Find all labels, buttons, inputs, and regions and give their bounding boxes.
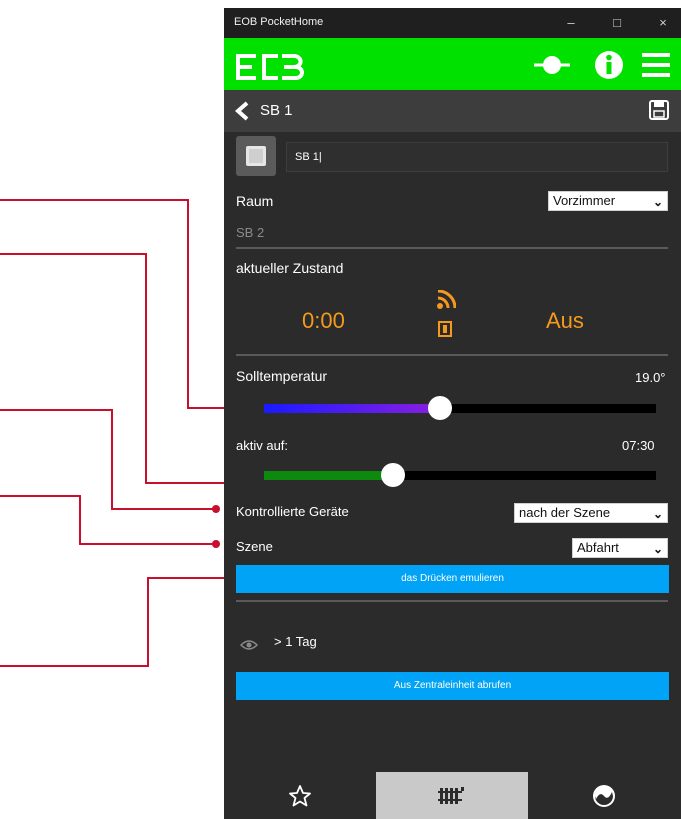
- tab-radiators[interactable]: [376, 772, 528, 819]
- device-name-value: SB 1|: [295, 151, 322, 163]
- tab-weather[interactable]: [528, 772, 680, 819]
- callout-dot-4: [212, 540, 220, 548]
- active-on-value: 07:30: [622, 438, 655, 453]
- minimize-button[interactable]: –: [556, 12, 586, 34]
- hamburger-menu-icon[interactable]: [640, 49, 672, 81]
- slider-fill: [264, 404, 440, 413]
- eob-logo: [236, 54, 304, 80]
- state-time: 0:00: [302, 308, 345, 333]
- visibility-text: > 1 Tag: [274, 634, 317, 649]
- current-state-label: aktueller Zustand: [236, 260, 344, 276]
- controlled-devices-label: Kontrollierte Geräte: [236, 504, 349, 519]
- device-icon-button[interactable]: [236, 136, 276, 176]
- chevron-down-icon: ⌄: [652, 507, 663, 521]
- device-name-field[interactable]: SB 1|: [286, 142, 668, 172]
- room-label: Raum: [236, 193, 274, 209]
- scene-select-value: Abfahrt: [577, 540, 619, 555]
- room-subtitle: SB 2: [236, 225, 265, 240]
- app-window: EOB PocketHome – □ × SB 1 SB 1| Raum Vor…: [224, 8, 681, 819]
- tab-favorites[interactable]: [224, 772, 376, 819]
- slider-thumb[interactable]: [428, 396, 452, 420]
- room-select[interactable]: Vorzimmer ⌄: [548, 191, 668, 211]
- target-temp-value: 19.0°: [635, 370, 666, 385]
- chevron-left-icon[interactable]: [234, 101, 250, 121]
- chevron-down-icon: ⌄: [652, 195, 663, 209]
- fetch-from-central-unit-button[interactable]: Aus Zentraleinheit abrufen: [236, 672, 669, 700]
- globe-icon: [593, 785, 615, 807]
- signal-icon: [437, 290, 456, 309]
- connector-icon[interactable]: [532, 49, 572, 81]
- info-icon[interactable]: [594, 49, 624, 81]
- star-icon: [289, 785, 311, 807]
- controlled-devices-select[interactable]: nach der Szene ⌄: [514, 503, 668, 523]
- scene-select[interactable]: Abfahrt ⌄: [572, 538, 668, 558]
- slider-thumb[interactable]: [381, 463, 405, 487]
- controlled-devices-value: nach der Szene: [519, 505, 611, 520]
- divider: [236, 247, 668, 249]
- room-select-value: Vorzimmer: [553, 193, 616, 208]
- device-status-icon: [438, 321, 452, 337]
- window-title: EOB PocketHome: [234, 16, 324, 28]
- wall-switch-icon: [246, 146, 266, 166]
- callout-line-5: [0, 577, 254, 667]
- divider: [236, 600, 668, 602]
- maximize-button[interactable]: □: [602, 12, 632, 34]
- close-button[interactable]: ×: [648, 12, 678, 34]
- nav-bar: [224, 90, 681, 132]
- active-time-slider[interactable]: [264, 463, 656, 487]
- callout-dot-3: [212, 505, 220, 513]
- state-status: Aus: [546, 308, 584, 333]
- chevron-down-icon: ⌄: [652, 542, 663, 556]
- simulate-press-button[interactable]: das Drücken emulieren: [236, 565, 669, 593]
- target-temp-label: Solltemperatur: [236, 368, 328, 384]
- eye-icon: [240, 640, 258, 650]
- divider: [236, 354, 668, 356]
- slider-fill: [264, 471, 393, 480]
- active-on-label: aktiv auf:: [236, 438, 289, 453]
- target-temp-slider[interactable]: [264, 396, 656, 420]
- radiator-icon: [438, 787, 464, 804]
- callout-line-3: [0, 409, 216, 510]
- page-title: SB 1: [260, 102, 293, 119]
- floppy-disk-icon[interactable]: [648, 99, 670, 121]
- callout-line-2: [0, 253, 260, 484]
- scene-label: Szene: [236, 539, 273, 554]
- callout-line-4: [0, 495, 216, 545]
